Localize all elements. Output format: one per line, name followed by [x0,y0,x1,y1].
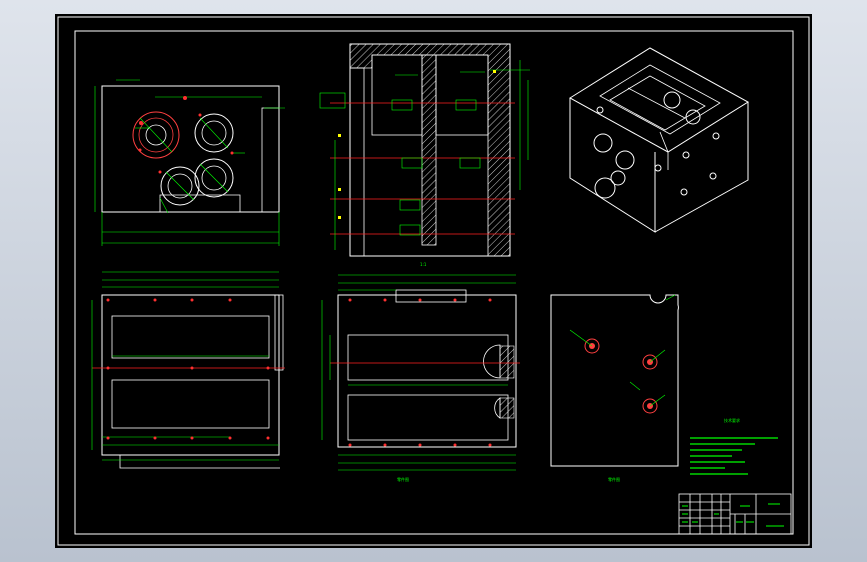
view-label-middle: 零件图 [397,476,409,482]
technical-notes: 技术要求 零件图 零件图 [397,417,778,482]
cad-drawing: 1:1 技术要求 零件图 零件图 [57,16,810,546]
side-section-view [321,274,520,471]
isometric-view [569,47,749,233]
right-side-view [550,294,679,467]
view-label-right: 零件图 [608,476,620,482]
section-view: 1:1 [319,43,530,267]
port-holes [569,329,666,414]
bore-group [132,96,245,214]
front-view [91,271,285,469]
title-block [678,493,792,535]
scale-label: 1:1 [420,262,427,267]
notes-title: 技术要求 [724,417,740,423]
top-view [94,79,285,246]
